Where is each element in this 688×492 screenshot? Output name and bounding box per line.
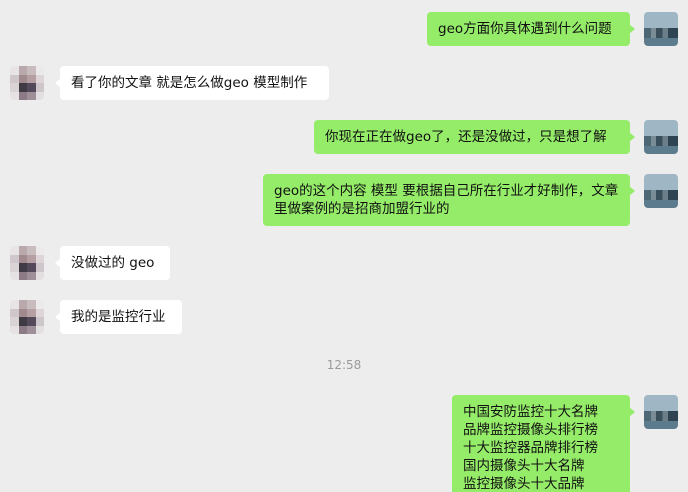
self-avatar-icon[interactable] xyxy=(644,395,678,429)
chat-window: geo方面你具体遇到什么问题 看了你的文章 就是怎么做geo 模型制作 你现在正… xyxy=(0,0,688,492)
message-bubble[interactable]: geo方面你具体遇到什么问题 xyxy=(427,12,635,46)
contact-avatar-icon[interactable] xyxy=(10,66,44,100)
contact-avatar-icon[interactable] xyxy=(10,300,44,334)
self-avatar-icon[interactable] xyxy=(644,120,678,154)
message-bubble[interactable]: 你现在正在做geo了，还是没做过，只是想了解 xyxy=(314,120,635,154)
self-avatar-icon[interactable] xyxy=(644,12,678,46)
message-bubble[interactable]: 我的是监控行业 xyxy=(55,300,182,334)
message-bubble[interactable]: 看了你的文章 就是怎么做geo 模型制作 xyxy=(55,66,329,100)
message-bubble[interactable]: 没做过的 geo xyxy=(55,246,170,280)
contact-avatar-icon[interactable] xyxy=(10,246,44,280)
message-bubble[interactable]: 中国安防监控十大名牌 品牌监控摄像头排行榜 十大监控器品牌排行榜 国内摄像头十大… xyxy=(452,395,635,492)
self-avatar-icon[interactable] xyxy=(644,174,678,208)
message-timestamp: 12:58 xyxy=(326,358,362,372)
message-bubble[interactable]: geo的这个内容 模型 要根据自己所在行业才好制作，文章里做案例的是招商加盟行业… xyxy=(263,174,635,226)
